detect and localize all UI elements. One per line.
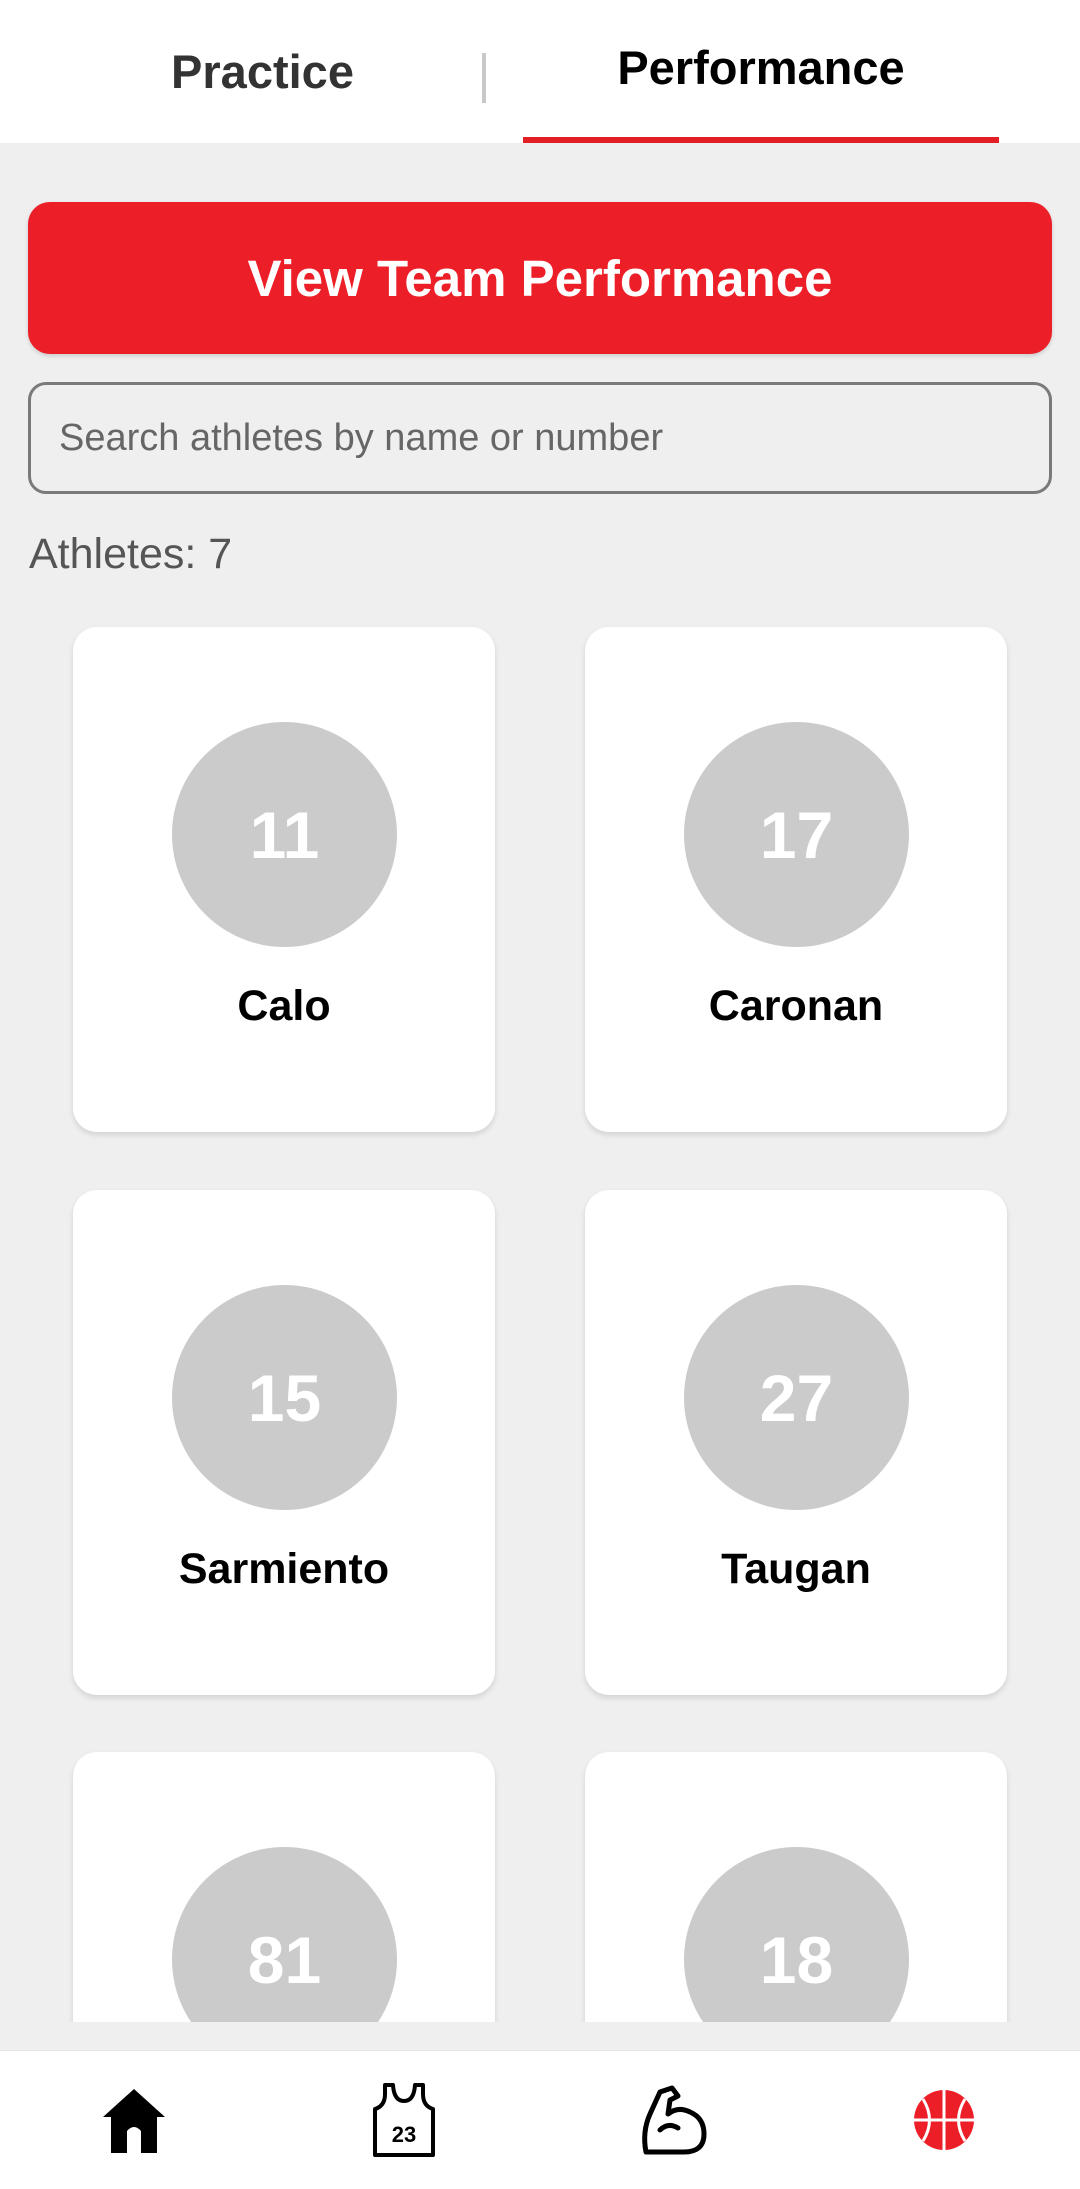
muscle-icon [642,2085,707,2155]
nav-home[interactable] [94,2080,174,2160]
athlete-number-avatar: 11 [172,722,397,947]
app-screen: Practice Performance View Team Performan… [0,0,1080,2189]
athlete-number-avatar: 17 [684,722,909,947]
athlete-number-avatar: 15 [172,1285,397,1510]
athlete-card[interactable]: 81 [73,1752,495,2022]
jersey-icon: 23 [373,2083,435,2157]
view-team-performance-button[interactable]: View Team Performance [28,202,1052,354]
athletes-count: Athletes: 7 [29,530,233,578]
active-tab-indicator [523,137,999,143]
tab-practice[interactable]: Practice [110,0,415,143]
bottom-navigation: 23 [0,2050,1080,2189]
tab-divider [482,53,486,103]
basketball-icon [914,2090,974,2150]
athlete-card[interactable]: 11 Calo [73,627,495,1132]
nav-strength[interactable] [634,2080,714,2160]
athlete-card[interactable]: 18 [585,1752,1007,2022]
home-icon [103,2089,165,2153]
athlete-name: Caronan [708,982,884,1030]
athlete-number-avatar: 18 [684,1847,909,2022]
tab-performance[interactable]: Performance [523,0,999,139]
athlete-name: Sarmiento [178,1545,390,1593]
nav-jersey[interactable]: 23 [364,2080,444,2160]
athlete-card[interactable]: 17 Caronan [585,627,1007,1132]
athlete-search-input[interactable] [28,382,1052,494]
svg-text:23: 23 [392,2122,416,2147]
athlete-card[interactable]: 27 Taugan [585,1190,1007,1695]
athlete-name: Taugan [721,1545,871,1593]
nav-basketball[interactable] [904,2080,984,2160]
tab-bar: Practice Performance [0,0,1080,143]
athlete-number-avatar: 27 [684,1285,909,1510]
athlete-grid[interactable]: 11 Calo 17 Caronan 15 Sarmiento 27 Tauga… [0,600,1080,2022]
athlete-name: Calo [237,982,331,1030]
athlete-number-avatar: 81 [172,1847,397,2022]
athlete-card[interactable]: 15 Sarmiento [73,1190,495,1695]
